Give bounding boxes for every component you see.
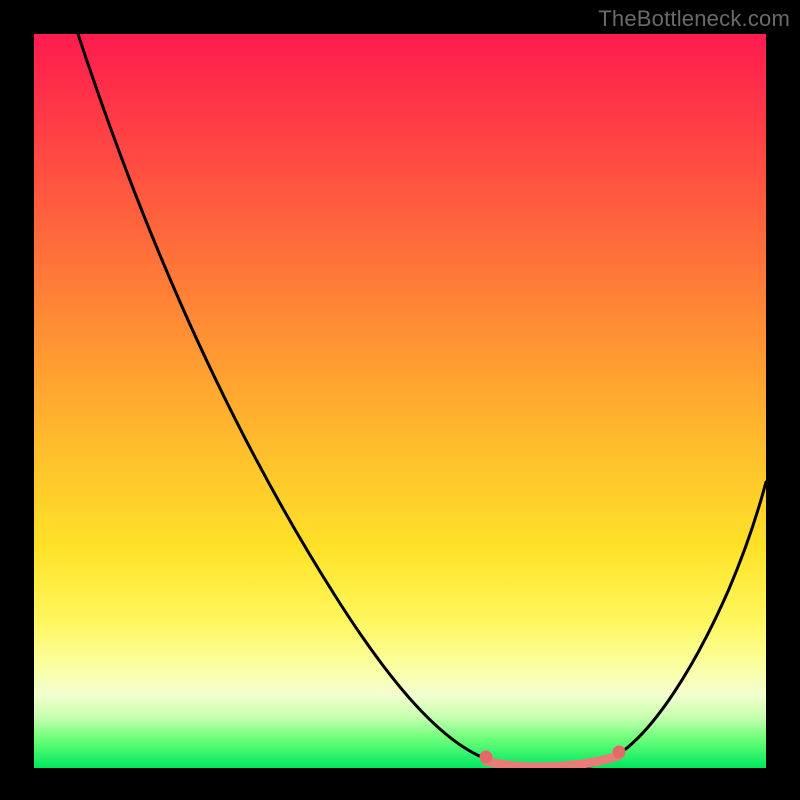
minimum-highlight (34, 34, 766, 768)
minimum-dot-right (613, 746, 626, 759)
watermark-text: TheBottleneck.com (598, 6, 790, 32)
plot-area (34, 34, 766, 768)
chart-frame: TheBottleneck.com (0, 0, 800, 800)
minimum-dot-left (480, 751, 493, 764)
minimum-band (486, 756, 618, 767)
